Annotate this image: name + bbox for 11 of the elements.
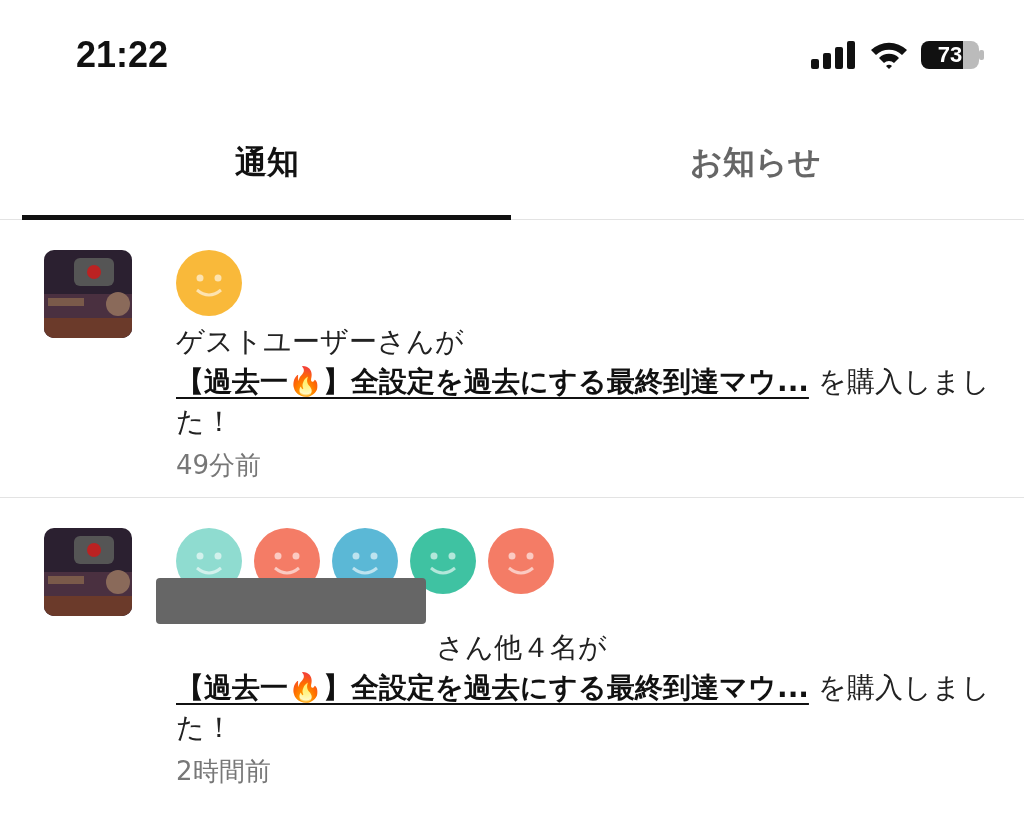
time-ago: 2時間前 [176,755,272,788]
signal-icon [811,41,857,69]
wifi-icon [869,40,909,70]
tab[interactable]: 通知 [22,110,511,220]
notification-text: ゲストユーザーさんが 【過去一🔥】全設定を過去にする最終到達マウ... を購入しました！ [176,324,991,440]
status-time: 21:22 [76,34,169,76]
tab[interactable]: お知らせ [511,110,1000,220]
notification-text: さん他４名が 【過去一🔥】全設定を過去にする最終到達マウ... を購入しました！ [176,630,991,746]
product-link[interactable]: 【過去一🔥】全設定を過去にする最終到達マウ... [176,365,809,398]
product-link[interactable]: 【過去一🔥】全設定を過去にする最終到達マウ... [176,671,809,704]
time-ago: 49分前 [176,449,263,482]
